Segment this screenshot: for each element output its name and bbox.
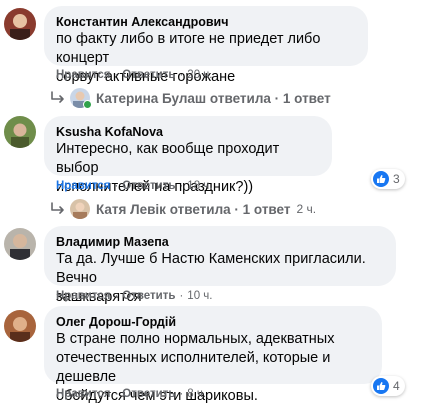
like-link[interactable]: Нравится [56, 388, 110, 400]
reply-arrow-icon [51, 202, 64, 214]
reaction-count[interactable]: 3 [371, 169, 405, 189]
avatar [70, 88, 92, 109]
like-link[interactable]: Нравится [56, 69, 110, 81]
reply-arrow-icon [51, 91, 64, 103]
reply-link[interactable]: Ответить [122, 69, 175, 81]
avatar[interactable] [4, 310, 36, 342]
comment-author[interactable]: Константин Александрович [56, 14, 356, 30]
comment-author[interactable]: Олег Дорош-Гордій [56, 314, 370, 330]
reply-link[interactable]: Ответить [122, 388, 175, 400]
replies-summary[interactable]: Катерина Булаш ответила · 1 ответ [96, 91, 331, 106]
comment-text-line: Та да. Лучше б Настю Каменских пригласил… [56, 251, 366, 286]
comment-bubble: Олег Дорош-Гордій В стране полно нормаль… [44, 306, 382, 404]
avatar[interactable] [4, 228, 36, 260]
reply-time[interactable]: 2 ч. [297, 202, 317, 216]
comment-text-line: по факту либо в итоге не приедет либо ко… [56, 31, 321, 66]
avatar[interactable] [4, 116, 36, 148]
comment-time[interactable]: 18 ч. [187, 180, 212, 192]
reply-link[interactable]: Ответить [122, 290, 175, 302]
comment-actions: Нравится · Ответить · 20 ч. [56, 69, 213, 81]
comment-author[interactable]: Владимир Мазепа [56, 234, 384, 250]
comment-text-line: В стране полно нормальных, адекватных [56, 331, 335, 347]
comment-text-line: отечественных исполнителей, которые и де… [56, 350, 331, 385]
comment-actions: Нравится · Ответить · 18 ч. [56, 180, 213, 192]
avatar[interactable] [4, 8, 36, 40]
thumbs-up-icon [373, 378, 389, 394]
comment-actions: Нравится · Ответить · 8 ч. [56, 388, 207, 400]
avatar [70, 199, 90, 219]
comment-time[interactable]: 8 ч. [187, 388, 206, 400]
comment-time[interactable]: 10 ч. [187, 290, 212, 302]
comment-bubble: Ksusha KofaNova Интересно, как вообще пр… [44, 116, 332, 195]
comment-actions: Нравится · Ответить · 10 ч. [56, 290, 213, 302]
like-link[interactable]: Нравится [56, 180, 110, 192]
reply-link[interactable]: Ответить [122, 180, 175, 192]
online-status-dot [83, 100, 92, 109]
comment-author[interactable]: Ksusha KofaNova [56, 124, 320, 140]
comment-text-line: Интересно, как вообще проходит выбор [56, 141, 280, 176]
replies-summary[interactable]: Катя Левік ответила · 1 ответ [96, 202, 291, 217]
comment-time[interactable]: 20 ч. [187, 69, 212, 81]
comment-bubble: Константин Александрович по факту либо в… [44, 6, 368, 85]
reaction-count[interactable]: 4 [371, 376, 405, 396]
view-replies[interactable]: Катерина Булаш ответила · 1 ответ [50, 88, 331, 109]
like-link[interactable]: Нравится [56, 290, 110, 302]
comment-bubble: Владимир Мазепа Та да. Лучше б Настю Кам… [44, 226, 396, 305]
view-replies[interactable]: Катя Левік ответила · 1 ответ 2 ч. [50, 199, 316, 219]
thumbs-up-icon [373, 171, 389, 187]
